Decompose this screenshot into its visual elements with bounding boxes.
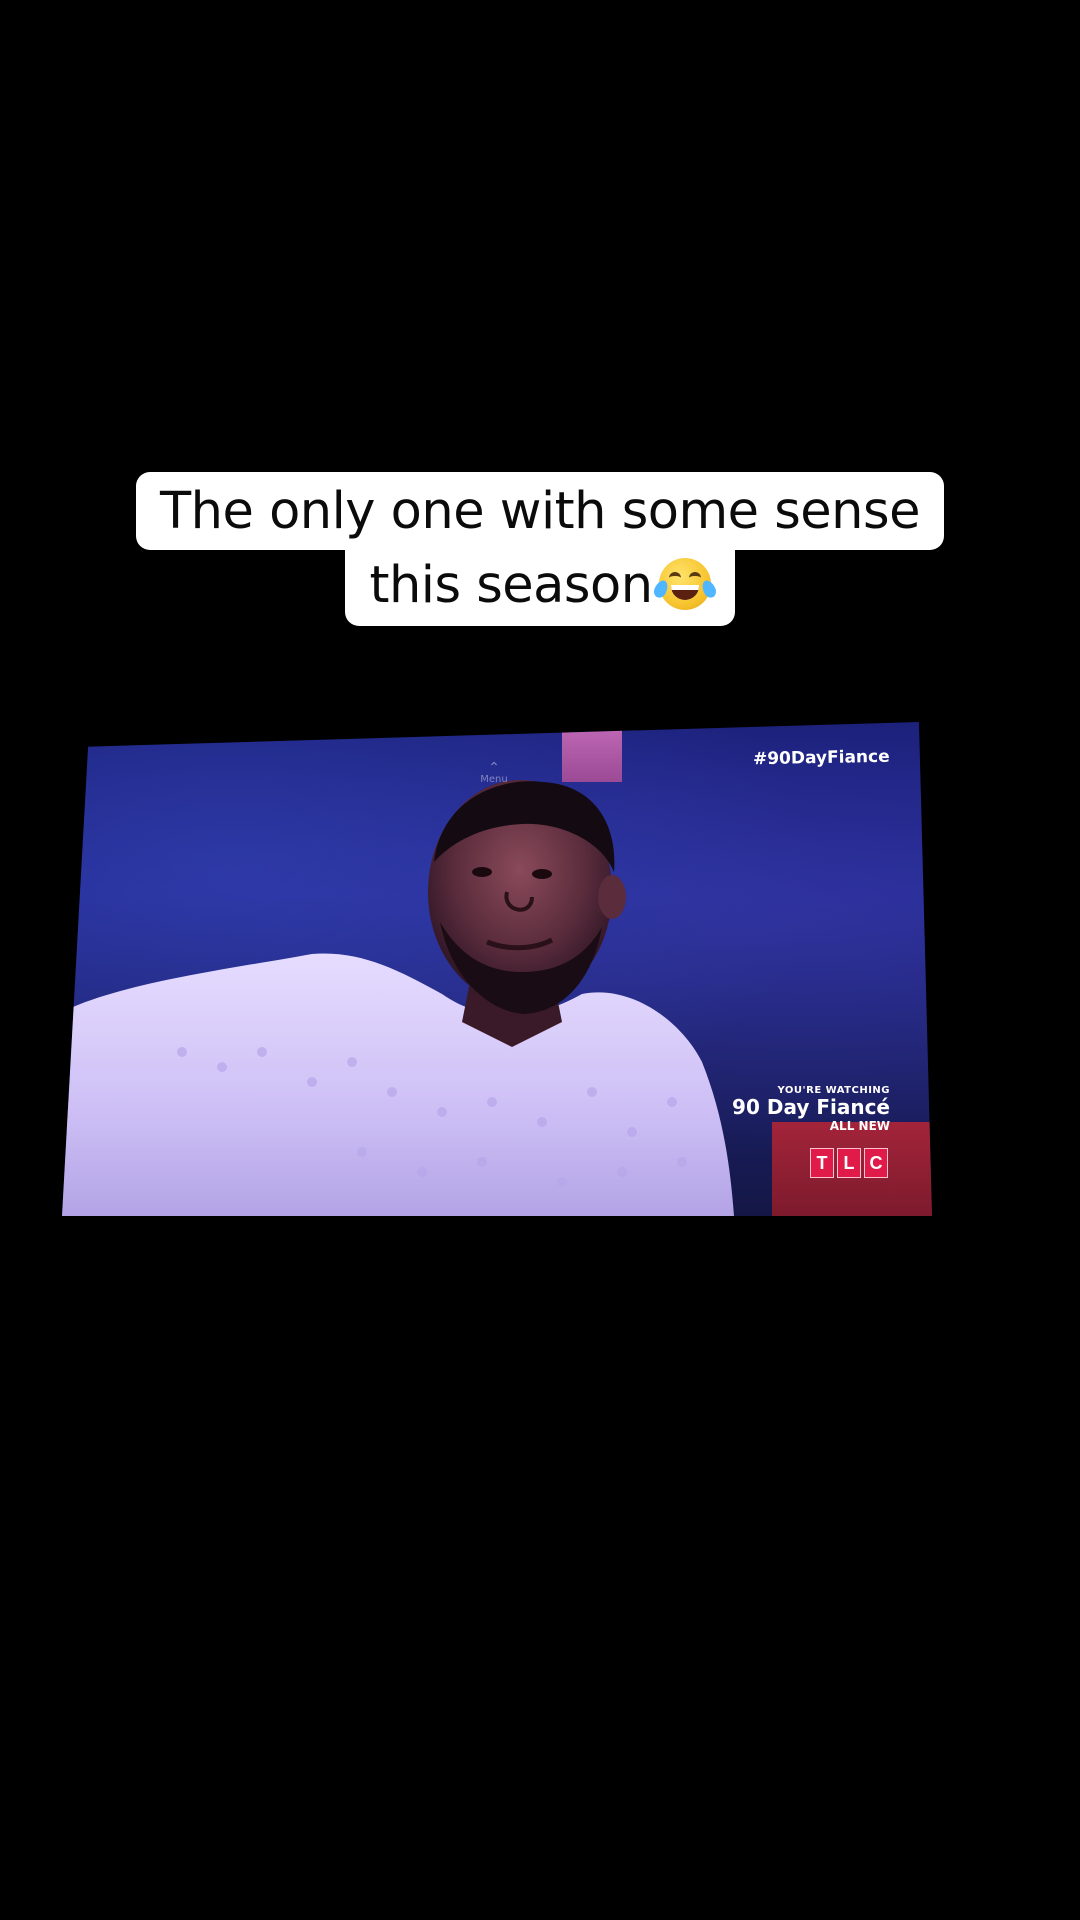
chevron-up-icon: ⌃ <box>488 760 500 776</box>
tlc-letter-c: C <box>864 1148 888 1178</box>
caption-line-2: this season <box>345 548 735 626</box>
all-new-badge: ALL NEW <box>829 1118 890 1133</box>
now-watching-bug: YOU'RE WATCHING 90 Day Fiancé ALL NEW <box>732 1085 890 1133</box>
show-hashtag: #90DayFiance <box>753 746 891 770</box>
person-in-white-shirt <box>62 780 734 1216</box>
caption-line-1: The only one with some sense <box>136 472 944 550</box>
tlc-logo: T L C <box>810 1148 888 1178</box>
show-title: 90 Day Fiancé <box>732 1094 890 1119</box>
tlc-letter-t: T <box>810 1148 834 1178</box>
caption-overlay: The only one with some sense this season <box>0 472 1080 626</box>
caption-line-2-text: this season <box>369 556 653 615</box>
menu-hint: ⌃ Menu <box>464 760 524 785</box>
face-with-tears-of-joy-icon <box>651 558 718 610</box>
tlc-letter-l: L <box>837 1148 861 1178</box>
menu-hint-label: Menu <box>480 774 508 785</box>
tv-screen: ⌃ Menu #90DayFiance YOU'RE WATCHING 90 D… <box>62 722 932 1216</box>
